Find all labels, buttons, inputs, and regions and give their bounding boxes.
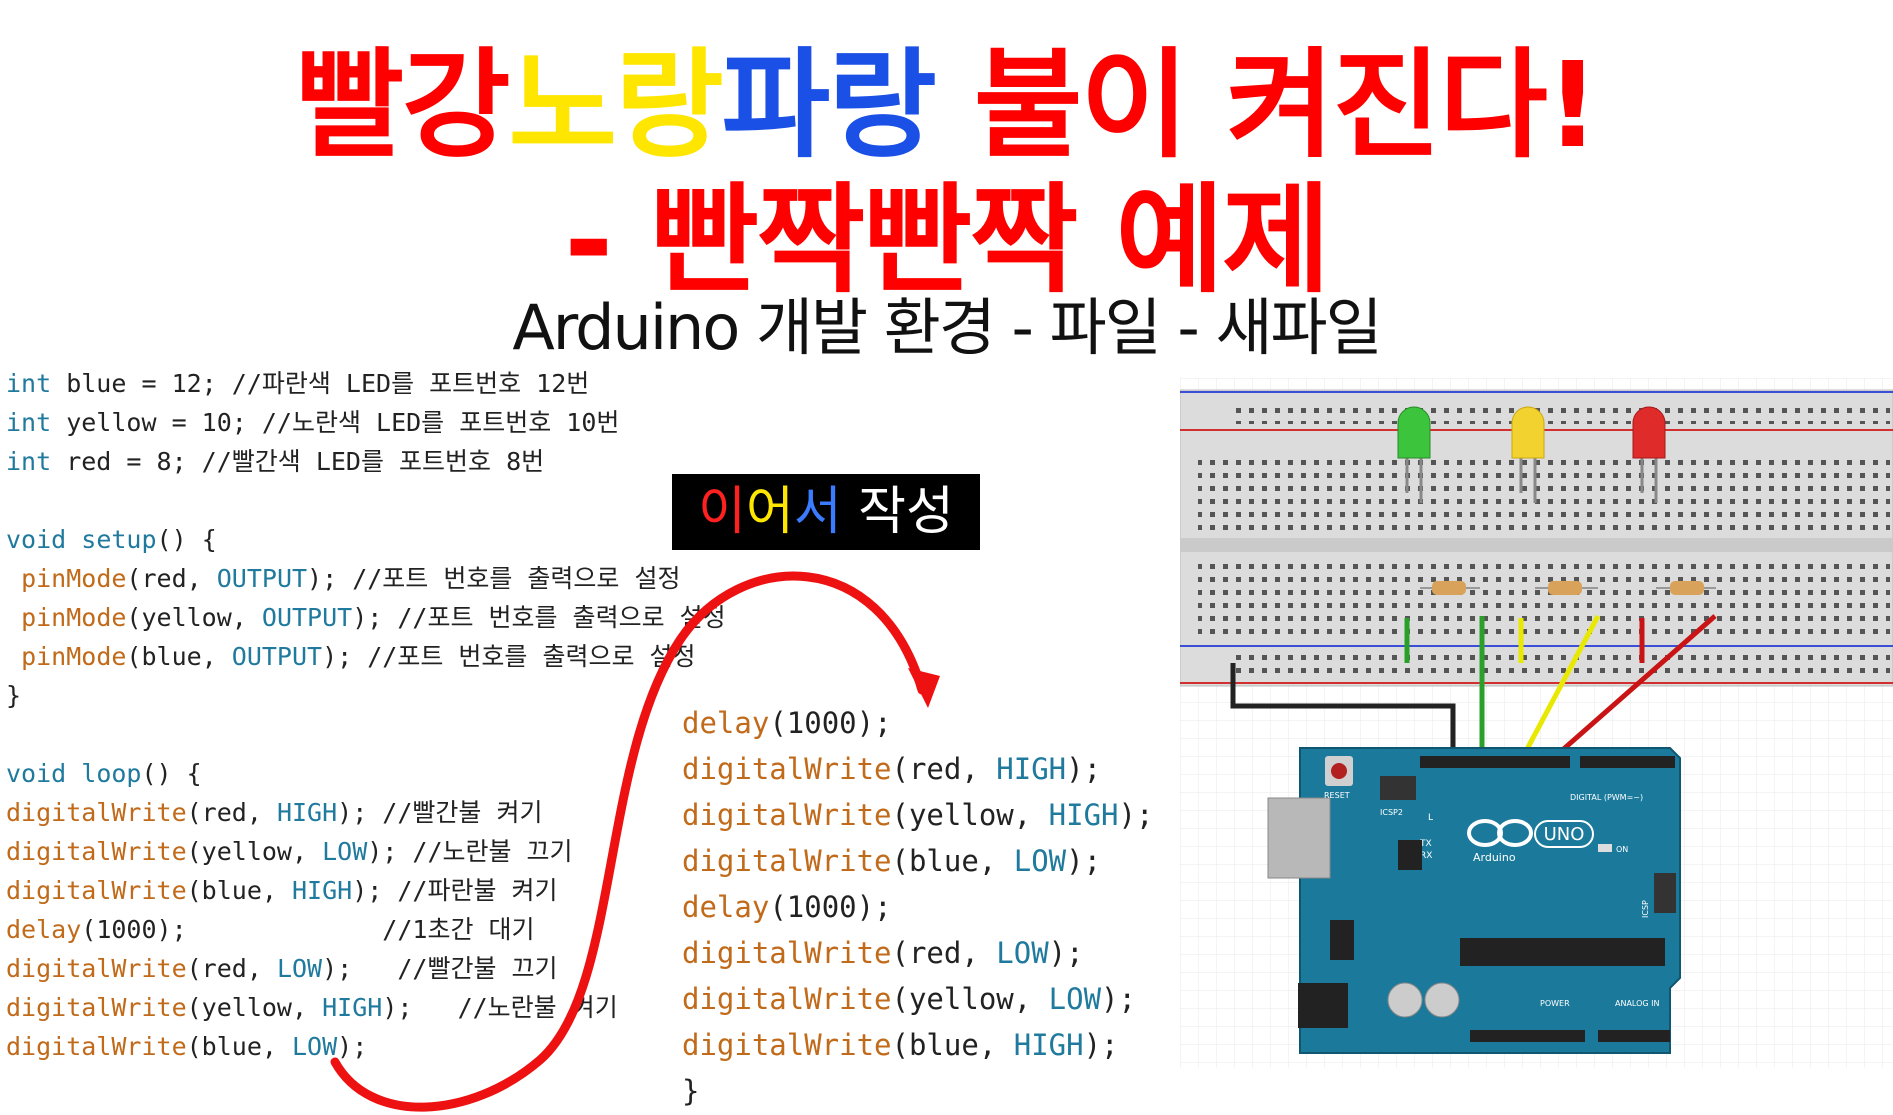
analog-label: ANALOG IN — [1615, 999, 1660, 1008]
icsp2-label: ICSP2 — [1380, 808, 1403, 817]
digital-label: DIGITAL (PWM=~) — [1570, 793, 1643, 802]
icsp-label: ICSP — [1641, 900, 1650, 918]
arduino-uno-board: RESET ICSP2 DIGITAL (PWM=~) L TX RX UNO … — [1267, 747, 1681, 1054]
uno-label: UNO — [1544, 824, 1585, 845]
on-label: ON — [1616, 845, 1628, 854]
arrow-head-icon — [908, 668, 940, 708]
arduino-circuit-diagram: RESET ICSP2 DIGITAL (PWM=~) L TX RX UNO … — [1180, 378, 1893, 1068]
brand-label: Arduino — [1473, 851, 1516, 864]
power-label: POWER — [1540, 999, 1570, 1008]
reset-label: RESET — [1324, 791, 1350, 800]
l-label: L — [1428, 813, 1433, 823]
